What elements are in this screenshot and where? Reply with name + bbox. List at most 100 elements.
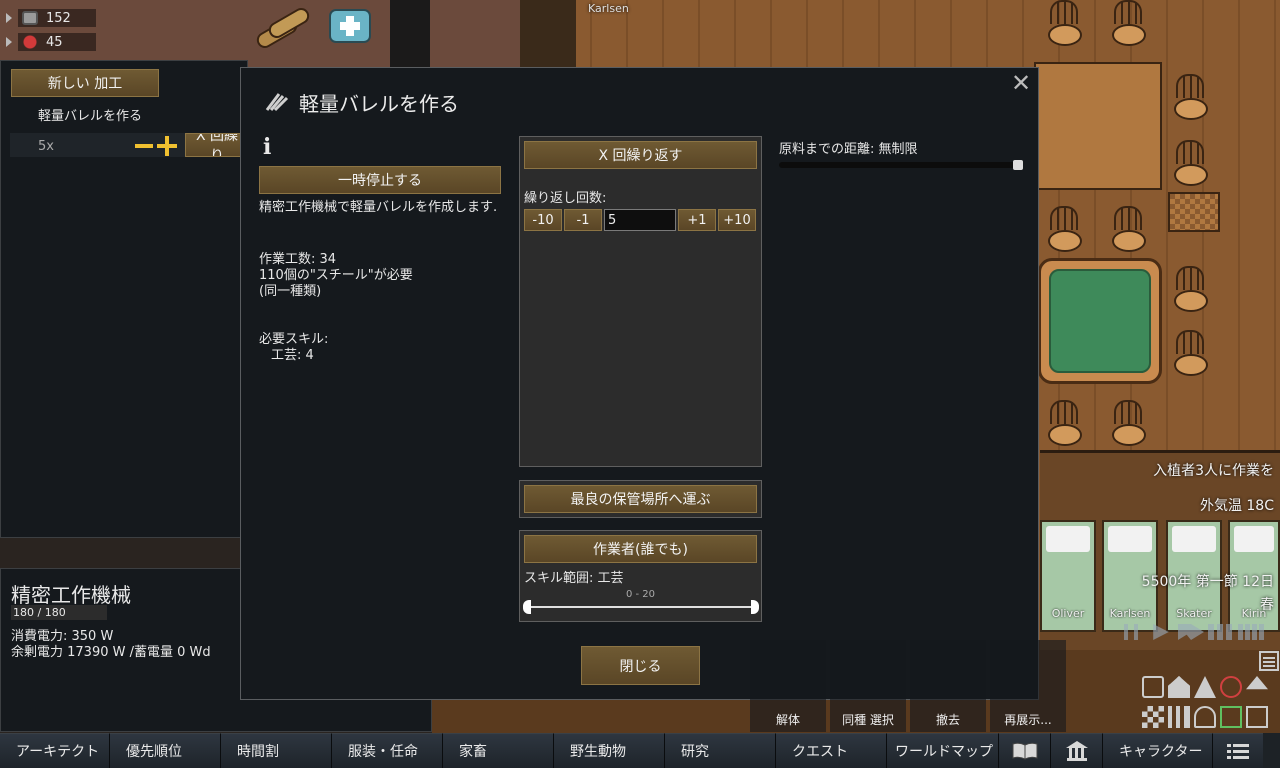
- dining-table[interactable]: [1034, 62, 1162, 190]
- tab-work[interactable]: 優先順位: [110, 733, 221, 768]
- minus-10-button[interactable]: -10: [524, 209, 562, 231]
- mountain-icon[interactable]: [1194, 676, 1216, 698]
- wood-logs-icon[interactable]: [250, 0, 320, 56]
- tasks-icon[interactable]: [1258, 650, 1280, 672]
- repeat-mode-button[interactable]: X 回繰り返す: [524, 141, 757, 169]
- hp-text: 180 / 180: [13, 606, 66, 619]
- dialog-title: 軽量バレルを作る: [299, 92, 459, 116]
- tab-factions[interactable]: [1051, 733, 1103, 768]
- ultrafast-icon[interactable]: [1238, 624, 1264, 640]
- skill-range-track: [528, 606, 755, 608]
- person-icon[interactable]: [1194, 706, 1216, 728]
- auto-home-area-icon[interactable]: [1142, 676, 1164, 698]
- colonist-label-karlsen: Karlsen: [1109, 607, 1151, 620]
- plus-1-button[interactable]: +1: [678, 209, 716, 231]
- pause-icon[interactable]: [1118, 624, 1144, 640]
- speed-controls: [1118, 624, 1264, 640]
- colonist-label-karlsen[interactable]: Karlsen: [588, 2, 629, 15]
- decrease-increase-icon[interactable]: [133, 135, 179, 157]
- medicine-icon[interactable]: [328, 6, 372, 48]
- order-reinstall[interactable]: 再展示...: [990, 640, 1066, 732]
- minus-1-button[interactable]: -1: [564, 209, 602, 231]
- tab-animals[interactable]: 家畜: [443, 733, 554, 768]
- fast-icon[interactable]: [1178, 624, 1204, 640]
- arrows-icon[interactable]: [1220, 706, 1242, 728]
- poker-table[interactable]: [1038, 258, 1162, 384]
- work-alert[interactable]: 入植者3人に作業を: [1153, 460, 1274, 480]
- chair[interactable]: [1108, 400, 1148, 446]
- colonist-label-skater: Skater: [1176, 607, 1212, 620]
- tab-assign[interactable]: 服装・任命: [332, 733, 443, 768]
- tab-world-map[interactable]: ワールドマップ: [887, 733, 999, 768]
- resource-count: 152: [46, 10, 71, 26]
- list-icon[interactable]: [1246, 706, 1268, 728]
- order-uninstall[interactable]: 撤去: [910, 640, 986, 732]
- roof-icon[interactable]: [1246, 676, 1268, 690]
- no-icon[interactable]: [1220, 676, 1242, 698]
- repeat-count-label: 繰り返し回数:: [524, 191, 607, 206]
- resource-row-berries[interactable]: 45: [6, 33, 96, 51]
- play-icon[interactable]: [1153, 624, 1169, 640]
- chess-table[interactable]: [1168, 192, 1220, 232]
- chair[interactable]: [1170, 140, 1210, 186]
- order-select-similar[interactable]: 同種 選択: [830, 640, 906, 732]
- chair[interactable]: [1044, 206, 1084, 252]
- date-readout: 5500年 第一節 12日: [1141, 574, 1274, 590]
- skill-range-value: 0 - 20: [625, 589, 656, 600]
- store-panel: 最良の保管場所へ運ぶ: [519, 480, 762, 518]
- chair[interactable]: [1170, 330, 1210, 376]
- worker-panel: 作業者(誰でも) スキル範囲: 工芸 0 - 20: [519, 530, 762, 622]
- close-button[interactable]: 閉じる: [581, 646, 700, 685]
- chair[interactable]: [1044, 400, 1084, 446]
- factions-icon: [1065, 741, 1088, 761]
- chair[interactable]: [1044, 0, 1084, 46]
- ingredient-radius-slider[interactable]: [779, 162, 1023, 168]
- superfast-icon[interactable]: [1208, 624, 1234, 640]
- worker-button[interactable]: 作業者(誰でも): [524, 535, 757, 563]
- ingredient-radius-handle[interactable]: [1013, 160, 1023, 170]
- order-deconstruct[interactable]: 解体: [750, 640, 826, 732]
- chair[interactable]: [1108, 206, 1148, 252]
- tab-wildlife[interactable]: 野生動物: [554, 733, 665, 768]
- bills-panel: 新しい 加工 軽量バレルを作る 5x X 回繰り: [0, 60, 248, 538]
- tab-research[interactable]: 研究: [665, 733, 776, 768]
- skill-range-max-handle[interactable]: [751, 600, 759, 614]
- store-mode-button[interactable]: 最良の保管場所へ運ぶ: [524, 485, 757, 513]
- repeat-count-input[interactable]: [604, 209, 676, 231]
- home-icon[interactable]: [1168, 676, 1190, 698]
- recipe-description: 精密工作機械で軽量バレルを作成します.: [259, 200, 498, 215]
- bill-config-dialog: 軽量バレルを作る ✕ i 一時停止する 精密工作機械で軽量バレルを作成します. …: [240, 67, 1039, 700]
- skill-range-min-handle[interactable]: [523, 600, 531, 614]
- chair[interactable]: [1170, 74, 1210, 120]
- tab-quests[interactable]: クエスト: [776, 733, 887, 768]
- expand-arrow-icon[interactable]: [6, 37, 12, 47]
- resource-row-steel[interactable]: 152: [6, 9, 96, 27]
- menu-icon: [1227, 744, 1249, 759]
- chair[interactable]: [1108, 0, 1148, 46]
- plus-10-button[interactable]: +10: [718, 209, 756, 231]
- tab-history[interactable]: [999, 733, 1051, 768]
- skill-requirement: 工芸: 4: [271, 348, 314, 363]
- zone-icon[interactable]: [1142, 706, 1164, 728]
- main-tab-bar: アーキテクト 優先順位 時間割 服装・任命 家畜 野生動物 研究 クエスト ワー…: [0, 733, 1280, 768]
- bed[interactable]: Oliver: [1040, 520, 1096, 632]
- stats-icon[interactable]: [1168, 706, 1190, 728]
- suspend-button[interactable]: 一時停止する: [259, 166, 501, 194]
- wall: [520, 0, 576, 70]
- ingredient-radius-label: 原料までの距離: 無制限: [779, 142, 918, 157]
- tab-characters[interactable]: キャラクター: [1103, 733, 1213, 768]
- info-icon[interactable]: i: [263, 134, 271, 160]
- book-icon: [1012, 742, 1037, 760]
- expand-arrow-icon[interactable]: [6, 13, 12, 23]
- bill-name[interactable]: 軽量バレルを作る: [38, 105, 142, 124]
- chair[interactable]: [1170, 266, 1210, 312]
- close-icon[interactable]: ✕: [1010, 71, 1032, 95]
- tab-menu[interactable]: [1213, 733, 1263, 768]
- tab-schedule[interactable]: 時間割: [221, 733, 332, 768]
- play-settings-toggles: [1142, 676, 1270, 732]
- repeat-mode-button[interactable]: X 回繰り: [185, 133, 245, 157]
- steel-icon: [22, 11, 38, 25]
- tab-architect[interactable]: アーキテクト: [0, 733, 110, 768]
- new-bill-button[interactable]: 新しい 加工: [11, 69, 159, 97]
- colonist-label-oliver: Oliver: [1051, 607, 1085, 620]
